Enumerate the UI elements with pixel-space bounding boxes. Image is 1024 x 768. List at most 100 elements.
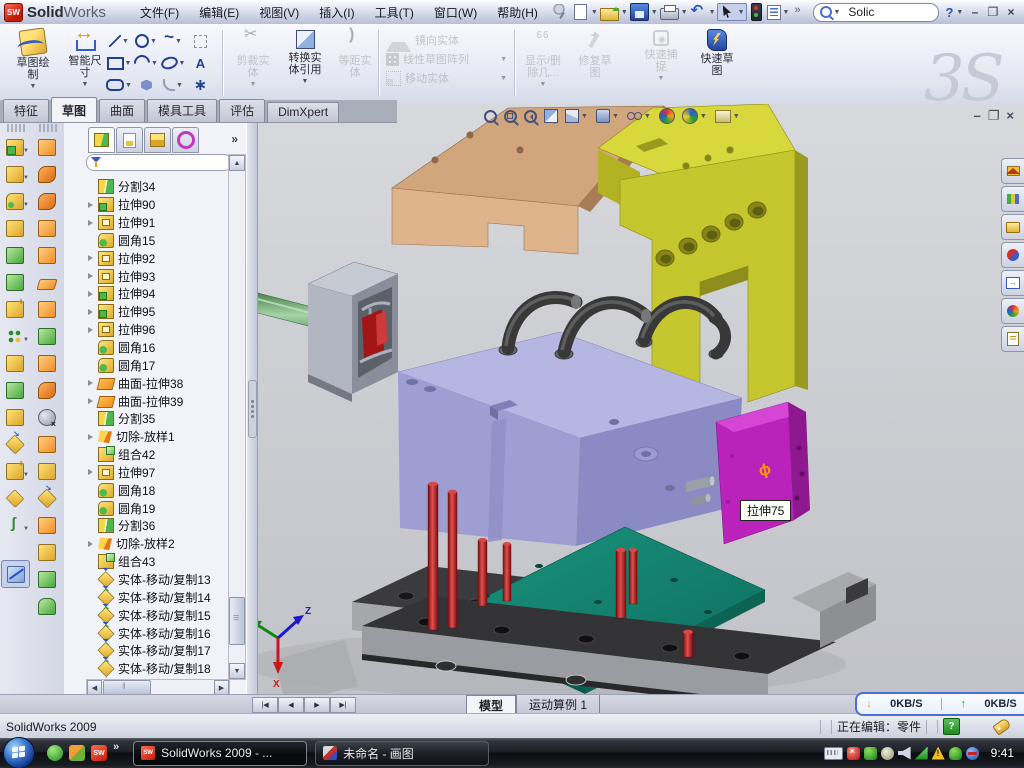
command-button[interactable]: 镜向实体 bbox=[386, 32, 508, 48]
surface-tool-button[interactable] bbox=[33, 593, 61, 620]
volume-tray-icon[interactable] bbox=[898, 747, 911, 760]
dimxpertmanager-tab[interactable] bbox=[172, 127, 199, 153]
shield-tray-icon[interactable] bbox=[864, 747, 877, 760]
surface-tool-button[interactable] bbox=[33, 377, 61, 404]
dropdown-caret-icon[interactable]: ▼ bbox=[644, 113, 651, 120]
propertymanager-tab[interactable] bbox=[116, 127, 143, 153]
tree-item[interactable]: 圆角16 bbox=[88, 339, 228, 357]
surface-tool-button[interactable] bbox=[33, 296, 61, 323]
toolbar-grip[interactable] bbox=[7, 124, 25, 132]
dropdown-caret-icon[interactable]: ▼ bbox=[302, 76, 309, 88]
toolbar-button[interactable] bbox=[747, 3, 766, 21]
tree-item[interactable]: 拉伸90 bbox=[88, 196, 228, 214]
dropdown-caret-icon[interactable]: ▼ bbox=[709, 9, 716, 16]
feature-tool-button[interactable]: ▼ bbox=[1, 323, 29, 350]
view-tool-button[interactable] bbox=[659, 108, 675, 124]
surface-tool-button[interactable] bbox=[33, 269, 61, 296]
view-tool-button[interactable] bbox=[484, 110, 497, 123]
tree-item[interactable]: 切除-放样2 bbox=[88, 535, 228, 553]
dropdown-caret-icon[interactable]: ▼ bbox=[581, 113, 588, 120]
dropdown-caret-icon[interactable]: ▼ bbox=[700, 113, 707, 120]
tree-item[interactable]: 曲面-拉伸38 bbox=[88, 374, 228, 392]
surface-tool-button[interactable] bbox=[33, 566, 61, 593]
expand-arrow[interactable] bbox=[88, 469, 98, 475]
surface-tool-button[interactable] bbox=[33, 215, 61, 242]
dropdown-caret-icon[interactable]: ▼ bbox=[250, 79, 257, 91]
dropdown-caret-icon[interactable]: ▼ bbox=[175, 38, 182, 45]
search-input[interactable] bbox=[846, 4, 920, 20]
dropdown-caret-icon[interactable]: ▼ bbox=[783, 9, 790, 16]
command-button[interactable]: 显示/删 除几...▼ bbox=[520, 27, 566, 99]
ribbon-tab[interactable]: 评估 bbox=[219, 99, 265, 122]
search-dropdown-caret-icon[interactable]: ▼ bbox=[833, 9, 840, 16]
dropdown-caret-icon[interactable]: ▼ bbox=[500, 56, 507, 63]
task-pane-tab[interactable] bbox=[1001, 326, 1024, 352]
toolbar-button[interactable]: ▼ bbox=[659, 5, 689, 20]
dropdown-caret-icon[interactable]: ▼ bbox=[30, 81, 37, 93]
feature-tool-button[interactable] bbox=[1, 269, 29, 296]
ribbon-tab[interactable]: 草图 bbox=[51, 97, 97, 122]
tree-item[interactable]: 圆角18 bbox=[88, 481, 228, 499]
toolbar-button[interactable]: ▼ bbox=[689, 4, 717, 20]
surface-tool-button[interactable] bbox=[33, 350, 61, 377]
expand-arrow[interactable] bbox=[88, 291, 98, 297]
start-button[interactable] bbox=[3, 737, 35, 768]
taskbar-window-button[interactable]: 未命名 - 画图 bbox=[315, 741, 489, 766]
feature-tool-button[interactable]: ▼ bbox=[1, 512, 29, 539]
sketch-tool-button[interactable] bbox=[187, 74, 214, 96]
view-tool-button[interactable]: ▼ bbox=[565, 109, 589, 123]
security-tray-icon[interactable] bbox=[949, 747, 962, 760]
part-clamp-gray[interactable] bbox=[308, 262, 398, 402]
scrollbar-thumb[interactable] bbox=[229, 597, 245, 645]
panel-overflow-chevron-icon[interactable]: » bbox=[231, 132, 238, 146]
command-button[interactable]: 剪裁实 体▼ bbox=[230, 27, 276, 99]
search-box[interactable]: ▼ bbox=[813, 3, 939, 22]
media-quick-icon[interactable] bbox=[69, 745, 85, 761]
dropdown-caret-icon[interactable]: ▼ bbox=[125, 82, 132, 89]
document-tab[interactable]: 运动算例 1 bbox=[516, 695, 600, 714]
feature-tool-button[interactable] bbox=[1, 350, 29, 377]
taskbar-clock[interactable]: 9:41 bbox=[991, 746, 1014, 760]
feature-tool-button[interactable]: ▼ bbox=[1, 458, 29, 485]
feature-tool-button[interactable] bbox=[1, 242, 29, 269]
dropdown-caret-icon[interactable]: ▼ bbox=[540, 79, 547, 91]
dropdown-caret-icon[interactable]: ▼ bbox=[151, 60, 158, 67]
document-tab[interactable]: 模型 bbox=[466, 695, 516, 715]
tree-item[interactable]: 拉伸92 bbox=[88, 249, 228, 267]
antivirus-tray-icon[interactable] bbox=[847, 747, 860, 760]
surface-tool-button[interactable] bbox=[33, 539, 61, 566]
command-button[interactable]: 快速捕 捉▼ bbox=[638, 27, 684, 99]
dropdown-caret-icon[interactable]: ▼ bbox=[681, 9, 688, 16]
feature-tool-button[interactable] bbox=[1, 296, 29, 323]
toolbar-button[interactable]: ▼ bbox=[571, 4, 599, 20]
task-pane-tab[interactable] bbox=[1001, 270, 1024, 296]
ribbon-tab[interactable]: 特征 bbox=[3, 99, 49, 122]
ribbon-tab[interactable]: 曲面 bbox=[99, 99, 145, 122]
surface-tool-button[interactable] bbox=[33, 188, 61, 215]
task-pane-tab[interactable] bbox=[1001, 214, 1024, 240]
dropdown-caret-icon[interactable]: ▼ bbox=[125, 60, 132, 67]
part-insert-block-magenta[interactable]: ϕ bbox=[716, 402, 810, 544]
command-button[interactable]: 等距实 体 bbox=[332, 27, 378, 99]
task-pane-tab[interactable] bbox=[1001, 242, 1024, 268]
toolbar-button[interactable] bbox=[790, 4, 809, 20]
scroll-right-button[interactable]: ▶ bbox=[214, 680, 229, 695]
messenger-quick-icon[interactable] bbox=[47, 745, 63, 761]
expand-arrow[interactable] bbox=[88, 273, 98, 279]
toolbar-button[interactable] bbox=[552, 4, 571, 20]
sketch-tool-button[interactable]: ▼ bbox=[106, 30, 133, 52]
sketch-tool-button[interactable] bbox=[187, 30, 214, 52]
sketch-tool-button[interactable]: ▼ bbox=[160, 30, 187, 52]
surface-tool-button[interactable] bbox=[33, 485, 61, 512]
feature-tool-button[interactable]: ▼ bbox=[1, 134, 29, 161]
expand-arrow[interactable] bbox=[88, 202, 98, 208]
taskbar-window-button[interactable]: SWSolidWorks 2009 - ... bbox=[133, 741, 307, 766]
dropdown-caret-icon[interactable]: ▼ bbox=[23, 148, 29, 154]
command-button[interactable]: 草图绘 制▼ bbox=[8, 27, 58, 99]
surface-tool-button[interactable] bbox=[33, 242, 61, 269]
dropdown-caret-icon[interactable]: ▼ bbox=[23, 202, 29, 208]
feature-tool-button[interactable] bbox=[1, 404, 29, 431]
tree-item[interactable]: 拉伸93 bbox=[88, 267, 228, 285]
surface-tool-button[interactable] bbox=[33, 161, 61, 188]
tags-icon[interactable] bbox=[992, 717, 1011, 735]
